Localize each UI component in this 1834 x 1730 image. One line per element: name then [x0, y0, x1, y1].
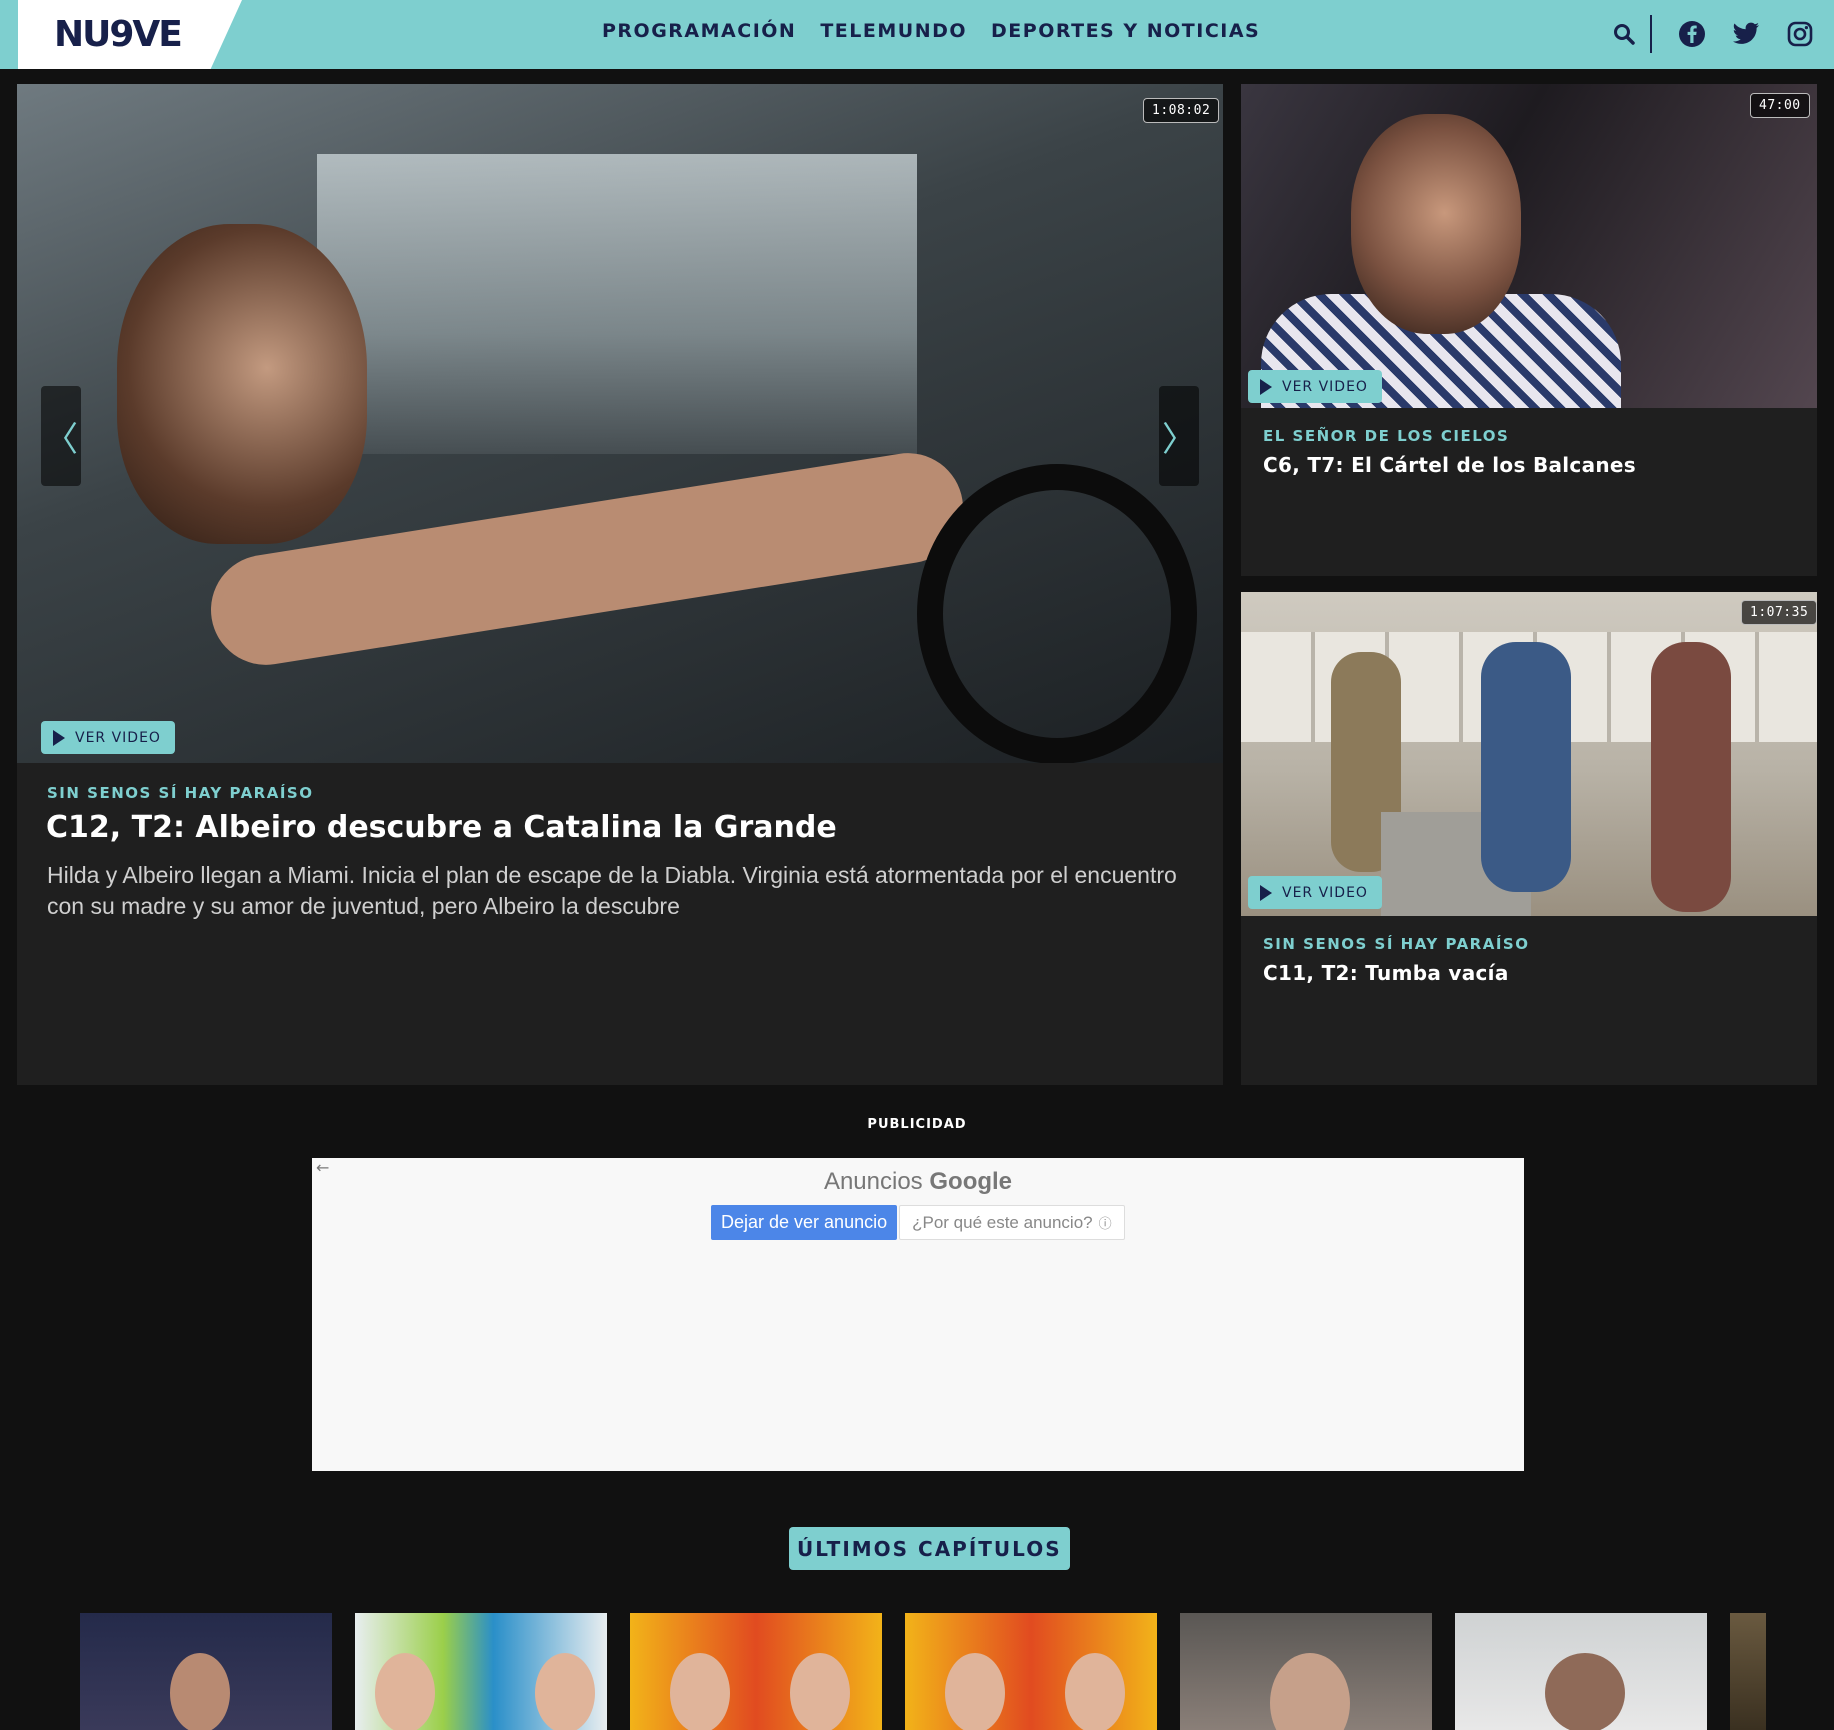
search-icon[interactable] — [1610, 20, 1638, 48]
header-actions — [1610, 12, 1814, 56]
thumbnail-person — [170, 1653, 230, 1730]
instagram-icon[interactable] — [1786, 20, 1814, 48]
play-icon — [53, 729, 65, 746]
episode-thumbnail[interactable] — [355, 1613, 607, 1730]
why-ad-button[interactable]: ¿Por qué este anuncio? ⓘ — [899, 1205, 1125, 1240]
episode-thumbnail[interactable] — [1730, 1613, 1766, 1730]
video-thumbnail[interactable]: 1:07:35 VER VIDEO — [1241, 592, 1817, 916]
watch-video-button[interactable]: VER VIDEO — [1248, 876, 1382, 909]
ad-actions: Dejar de ver anuncio ¿Por qué este anunc… — [711, 1205, 1125, 1240]
thumbnail-person — [1065, 1653, 1125, 1730]
thumbnail-person — [790, 1653, 850, 1730]
facebook-icon[interactable] — [1678, 20, 1706, 48]
video-thumbnail[interactable]: 47:00 VER VIDEO — [1241, 84, 1817, 408]
watch-video-label: VER VIDEO — [1282, 884, 1368, 901]
stop-ad-button[interactable]: Dejar de ver anuncio — [711, 1205, 898, 1240]
play-icon — [1260, 884, 1272, 901]
video-duration: 1:07:35 — [1741, 600, 1817, 625]
why-ad-label: ¿Por qué este anuncio? — [912, 1212, 1093, 1232]
thumbnail-steering-wheel — [917, 464, 1197, 763]
episode-title[interactable]: C11, T2: Tumba vacía — [1263, 961, 1509, 985]
carousel-prev-button[interactable]: 〈 — [41, 386, 81, 486]
ad-heading-prefix: Anuncios — [823, 1168, 923, 1195]
google-logo: Google — [929, 1168, 1013, 1195]
video-card[interactable]: 47:00 VER VIDEO EL SEÑOR DE LOS CIELOS C… — [1241, 84, 1817, 576]
thumbnail-person — [375, 1653, 435, 1730]
thumbnail-person — [535, 1653, 595, 1730]
video-card[interactable]: 1:07:35 VER VIDEO SIN SENOS SÍ HAY PARAÍ… — [1241, 592, 1817, 1085]
thumbnail-window — [317, 154, 917, 454]
featured-video[interactable]: 1:08:02 〈 〉 VER VIDEO SIN SENOS SÍ HAY P… — [17, 84, 1223, 1085]
show-category[interactable]: EL SEÑOR DE LOS CIELOS — [1263, 427, 1509, 445]
site-header: NU9VE PROGRAMACIÓN TELEMUNDO DEPORTES Y … — [0, 0, 1834, 69]
show-category[interactable]: SIN SENOS SÍ HAY PARAÍSO — [1263, 935, 1529, 953]
header-divider — [1650, 15, 1652, 53]
thumbnail-person — [1651, 642, 1731, 912]
chevron-right-icon: 〉 — [1162, 419, 1196, 460]
latest-episodes-heading: ÚLTIMOS CAPÍTULOS — [789, 1527, 1070, 1570]
show-category[interactable]: SIN SENOS SÍ HAY PARAÍSO — [47, 784, 313, 802]
ad-heading: Anuncios Google — [312, 1168, 1524, 1196]
episode-thumbnail[interactable] — [1180, 1613, 1432, 1730]
advertising-label: PUBLICIDAD — [867, 1117, 967, 1132]
logo-container[interactable]: NU9VE — [18, 0, 242, 69]
nav-deportes-noticias[interactable]: DEPORTES Y NOTICIAS — [991, 20, 1260, 42]
thumbnail-person — [945, 1653, 1005, 1730]
latest-episodes-carousel — [80, 1613, 1766, 1730]
thumbnail-person — [1270, 1653, 1350, 1730]
thumbnail-person — [1351, 114, 1521, 334]
site-logo[interactable]: NU9VE — [54, 14, 183, 55]
info-icon: ⓘ — [1098, 1216, 1112, 1231]
nav-programacion[interactable]: PROGRAMACIÓN — [602, 20, 796, 42]
episode-description: Hilda y Albeiro llegan a Miami. Inicia e… — [47, 862, 1177, 919]
thumbnail-person — [1545, 1653, 1625, 1730]
video-duration: 47:00 — [1750, 93, 1810, 118]
ad-container: ← Anuncios Google Dejar de ver anuncio ¿… — [312, 1158, 1524, 1471]
watch-video-button[interactable]: VER VIDEO — [1248, 370, 1382, 403]
thumbnail-person — [117, 224, 367, 544]
episode-thumbnail[interactable] — [905, 1613, 1157, 1730]
thumbnail-person — [1481, 642, 1571, 892]
watch-video-label: VER VIDEO — [1282, 378, 1368, 395]
featured-thumbnail[interactable]: 1:08:02 〈 〉 VER VIDEO — [17, 84, 1223, 763]
nav-telemundo[interactable]: TELEMUNDO — [820, 20, 967, 42]
watch-video-label: VER VIDEO — [75, 729, 161, 746]
twitter-icon[interactable] — [1732, 20, 1760, 48]
thumbnail-person — [670, 1653, 730, 1730]
episode-thumbnail[interactable] — [80, 1613, 332, 1730]
play-icon — [1260, 378, 1272, 395]
episode-thumbnail[interactable] — [1455, 1613, 1707, 1730]
video-duration: 1:08:02 — [1143, 98, 1220, 123]
main-nav: PROGRAMACIÓN TELEMUNDO DEPORTES Y NOTICI… — [602, 20, 1260, 42]
carousel-next-button[interactable]: 〉 — [1159, 386, 1199, 486]
watch-video-button[interactable]: VER VIDEO — [41, 721, 175, 754]
episode-title[interactable]: C6, T7: El Cártel de los Balcanes — [1263, 453, 1636, 477]
chevron-left-icon: 〈 — [44, 419, 78, 460]
episode-thumbnail[interactable] — [630, 1613, 882, 1730]
episode-title[interactable]: C12, T2: Albeiro descubre a Catalina la … — [46, 810, 837, 845]
